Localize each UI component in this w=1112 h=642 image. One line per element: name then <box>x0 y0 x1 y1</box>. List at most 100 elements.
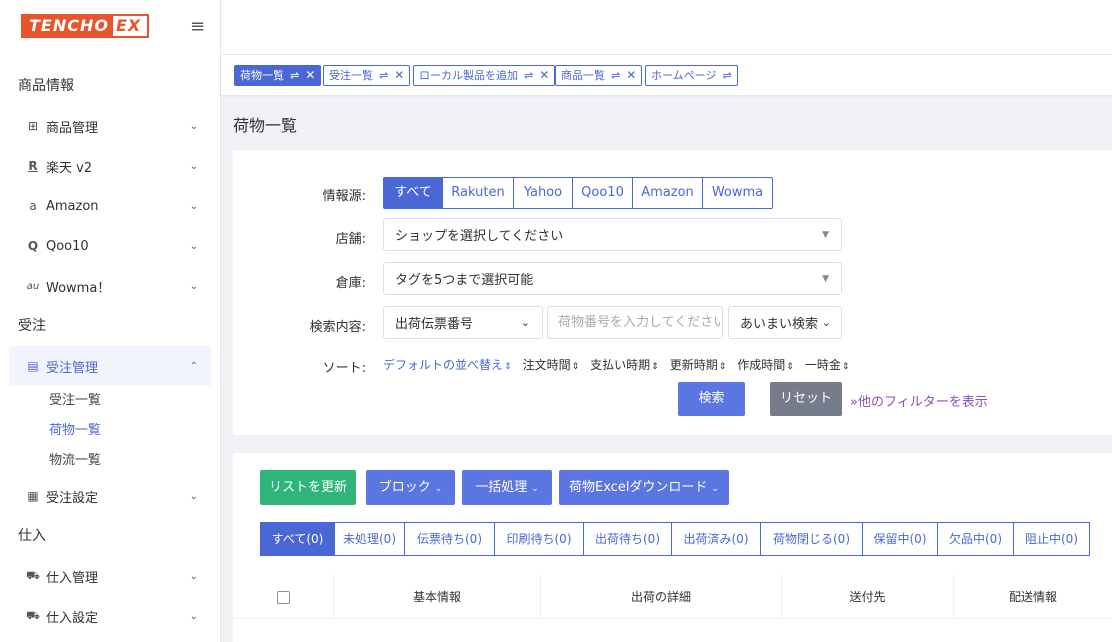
chevron-down-icon: ⌄ <box>189 610 198 622</box>
select-all-checkbox[interactable] <box>276 591 290 604</box>
tab-label: 荷物一覧 <box>240 69 284 82</box>
sort-option-default[interactable]: デフォルトの並べ替え⇕ <box>383 356 512 373</box>
status-tab-shipped[interactable]: 出荷済み(0) <box>672 522 761 556</box>
section-purchasing: 仕入 <box>18 528 46 544</box>
sidebar-item-label: 仕入設定 <box>46 610 99 626</box>
tab-label: ローカル製品を追加 <box>419 69 518 82</box>
status-tab-blocked[interactable]: 阻止中(0) <box>1014 522 1090 556</box>
sidebar-item-order-settings[interactable]: ▦ 受注設定 ⌄ <box>0 476 220 516</box>
sort-option-label: 更新時期 <box>669 358 718 372</box>
sidebar-item-label: 楽天 v2 <box>46 160 93 176</box>
status-tab-on-hold[interactable]: 保留中(0) <box>863 522 938 556</box>
sort-arrows-icon: ⇕ <box>651 362 659 372</box>
select-all-cell <box>233 575 334 619</box>
chevron-down-icon: ⌄ <box>520 316 530 329</box>
close-icon[interactable]: ✕ <box>305 66 315 85</box>
sort-arrows-icon: ⇕ <box>841 362 850 372</box>
block-label: ブロック <box>378 480 431 495</box>
tab-homepage[interactable]: ホームページ ⇌ <box>645 65 738 86</box>
swap-icon[interactable]: ⇌ <box>722 66 731 85</box>
sidebar-item-label: 受注管理 <box>46 360 99 376</box>
chevron-down-icon: ⌄ <box>189 200 198 212</box>
status-tab-out-of-stock[interactable]: 欠品中(0) <box>938 522 1014 556</box>
sidebar-item-label: 受注設定 <box>46 490 99 506</box>
sort-label: ソート: <box>322 361 366 376</box>
warehouse-select-placeholder: タグを5つまで選択可能 <box>395 273 534 288</box>
sort-option-payment-time[interactable]: 支払い時期⇕ <box>590 356 659 373</box>
close-icon[interactable]: ✕ <box>626 66 636 85</box>
section-orders: 受注 <box>18 318 46 334</box>
sidebar-subitem-order-list[interactable]: 受注一覧 <box>0 386 220 416</box>
source-option-wowma[interactable]: Wowma <box>703 177 773 209</box>
caret-down-icon: ▼ <box>822 273 829 284</box>
menu-toggle-icon[interactable]: ≡ <box>190 16 205 37</box>
block-dropdown-button[interactable]: ブロック ⌄ <box>366 470 455 505</box>
more-filters-link[interactable]: »他のフィルターを表示 <box>850 391 988 410</box>
sort-option-label: 支払い時期 <box>590 358 651 372</box>
sort-option-order-time[interactable]: 注文時間⇕ <box>523 356 580 373</box>
tab-label: 受注一覧 <box>329 69 373 82</box>
source-option-amazon[interactable]: Amazon <box>633 177 703 209</box>
sidebar-item-label: Qoo10 <box>46 238 89 254</box>
search-label: 検索内容: <box>309 320 366 335</box>
sort-options: デフォルトの並べ替え⇕ 注文時間⇕ 支払い時期⇕ 更新時期⇕ 作成時間⇕ 一時金… <box>383 356 860 373</box>
reset-button[interactable]: リセット <box>770 382 842 416</box>
status-tab-closed[interactable]: 荷物閉じる(0) <box>761 522 863 556</box>
source-option-qoo10[interactable]: Qoo10 <box>573 177 633 209</box>
search-mode-select[interactable]: あいまい検索 ⌄ <box>728 306 842 339</box>
tab-label: ホームページ <box>651 69 717 82</box>
sort-option-created-time[interactable]: 作成時間⇕ <box>737 356 794 373</box>
close-icon[interactable]: ✕ <box>394 66 404 85</box>
batch-process-dropdown-button[interactable]: 一括処理 ⌄ <box>462 470 552 505</box>
warehouse-select[interactable]: タグを5つまで選択可能 ▼ <box>383 262 842 295</box>
logo-part2: EX <box>112 16 148 36</box>
source-label: 情報源: <box>322 189 366 204</box>
package-number-input[interactable] <box>547 306 723 339</box>
source-option-yahoo[interactable]: Yahoo <box>514 177 573 209</box>
sort-option-label: 一時金 <box>804 358 841 372</box>
sidebar-item-wowma[interactable]: au Wowma！ ⌄ <box>0 266 220 306</box>
sidebar-subitem-package-list[interactable]: 荷物一覧 <box>0 416 220 446</box>
search-field-select[interactable]: 出荷伝票番号 ⌄ <box>383 306 543 339</box>
tab-add-local-product[interactable]: ローカル製品を追加 ⇌ ✕ <box>413 65 556 86</box>
sidebar: TENCHO EX ≡ 商品情報 ⊞ 商品管理 ⌄ R 楽天 v2 ⌄ a Am… <box>0 0 221 642</box>
chevron-down-icon: ⌄ <box>531 484 539 494</box>
search-button[interactable]: 検索 <box>678 382 745 416</box>
sort-option-label: 作成時間 <box>737 358 786 372</box>
status-tab-unprocessed[interactable]: 未処理(0) <box>335 522 405 556</box>
swap-icon[interactable]: ⇌ <box>290 66 299 85</box>
sidebar-item-rakuten[interactable]: R 楽天 v2 ⌄ <box>0 146 220 186</box>
close-icon[interactable]: ✕ <box>539 66 549 85</box>
sidebar-item-product-management[interactable]: ⊞ 商品管理 ⌄ <box>0 106 220 146</box>
source-option-all[interactable]: すべて <box>383 177 443 209</box>
shop-label: 店舗: <box>335 232 366 247</box>
column-header-shipping-details: 出荷の詳細 <box>541 575 782 619</box>
status-tab-awaiting-shipment[interactable]: 出荷待ち(0) <box>584 522 672 556</box>
shop-select[interactable]: ショップを選択してください ▼ <box>383 218 842 251</box>
sidebar-subitem-logistics-list[interactable]: 物流一覧 <box>0 446 220 476</box>
swap-icon[interactable]: ⇌ <box>379 66 388 85</box>
sort-option-update-time[interactable]: 更新時期⇕ <box>670 356 727 373</box>
page-title: 荷物一覧 <box>233 116 298 135</box>
chevron-down-icon: ⌄ <box>189 120 198 132</box>
tab-package-list[interactable]: 荷物一覧 ⇌ ✕ <box>234 65 322 86</box>
status-tab-all[interactable]: すべて(0) <box>260 522 335 556</box>
swap-icon[interactable]: ⇌ <box>611 66 620 85</box>
excel-download-dropdown-button[interactable]: 荷物Excelダウンロード ⌄ <box>559 470 729 505</box>
rakuten-icon: R <box>28 159 38 173</box>
sidebar-item-purchase-management[interactable]: ⛟ 仕入管理 ⌄ <box>0 556 220 596</box>
refresh-list-button[interactable]: リストを更新 <box>260 470 356 505</box>
sort-option-lump-sum[interactable]: 一時金⇕ <box>805 356 850 373</box>
sidebar-item-purchase-settings[interactable]: ⛟ 仕入設定 ⌄ <box>0 596 220 636</box>
status-tab-awaiting-slip[interactable]: 伝票待ち(0) <box>405 522 495 556</box>
source-option-rakuten[interactable]: Rakuten <box>443 177 514 209</box>
sidebar-item-amazon[interactable]: a Amazon ⌄ <box>0 186 220 226</box>
top-header <box>221 0 1112 55</box>
swap-icon[interactable]: ⇌ <box>524 66 533 85</box>
sidebar-item-qoo10[interactable]: Q Qoo10 ⌄ <box>0 226 220 266</box>
brand-logo[interactable]: TENCHO EX <box>21 14 150 38</box>
status-tab-awaiting-print[interactable]: 印刷待ち(0) <box>495 522 584 556</box>
tab-product-list[interactable]: 商品一覧 ⇌ ✕ <box>555 65 643 86</box>
tab-order-list[interactable]: 受注一覧 ⇌ ✕ <box>323 65 411 86</box>
sidebar-item-order-management[interactable]: ▤ 受注管理 ⌃ <box>9 346 211 386</box>
